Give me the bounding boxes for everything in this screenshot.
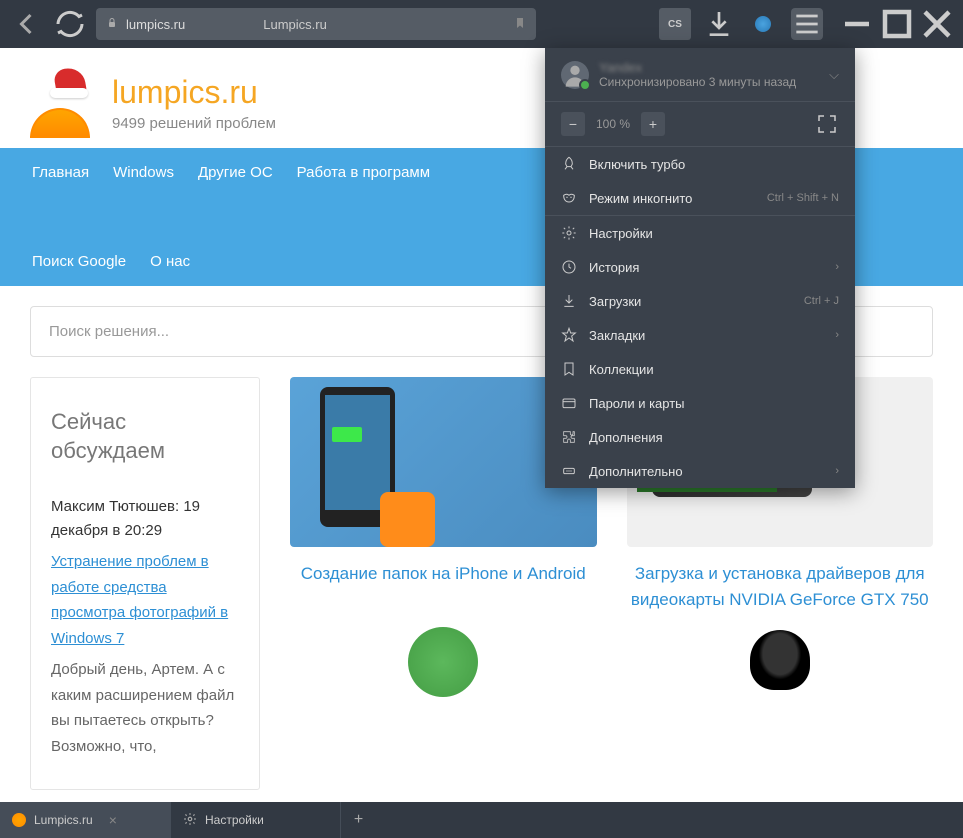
browser-menu: Yandex Синхронизировано 3 минуты назад ⌵… bbox=[545, 48, 855, 488]
lock-icon bbox=[106, 17, 118, 32]
avatar-icon bbox=[561, 61, 589, 89]
menu-item-gear[interactable]: Настройки bbox=[545, 216, 855, 250]
gear-icon bbox=[183, 812, 197, 829]
menu-item-puzzle[interactable]: Дополнения bbox=[545, 420, 855, 454]
menu-label: Режим инкогнито bbox=[589, 191, 755, 206]
menu-item-card[interactable]: Пароли и карты bbox=[545, 386, 855, 420]
article-image-2 bbox=[408, 627, 478, 697]
article-title[interactable]: Загрузка и установка драйверов для видео… bbox=[627, 561, 934, 612]
zoom-in-button[interactable]: + bbox=[641, 112, 665, 136]
address-title: Lumpics.ru bbox=[263, 17, 327, 32]
zoom-level: 100 % bbox=[595, 117, 631, 131]
tab-favicon-icon bbox=[12, 813, 26, 827]
sidebar-discussion: Сейчас обсуждаем Максим Тютюшев: 19 дека… bbox=[30, 377, 260, 790]
browser-toolbar: lumpics.ru Lumpics.ru CS bbox=[0, 0, 963, 48]
menu-profile[interactable]: Yandex Синхронизировано 3 минуты назад ⌵ bbox=[545, 48, 855, 101]
sidebar-title: Сейчас обсуждаем bbox=[51, 408, 239, 465]
chevron-down-icon: ⌵ bbox=[829, 67, 839, 83]
gear-icon bbox=[561, 225, 577, 241]
nav-programs[interactable]: Работа в программ bbox=[295, 148, 432, 197]
nav-other-os[interactable]: Другие ОС bbox=[196, 148, 275, 197]
tab-close-icon[interactable]: × bbox=[109, 812, 117, 828]
nav-google-search[interactable]: Поиск Google bbox=[30, 237, 128, 286]
menu-label: Пароли и карты bbox=[589, 396, 839, 411]
tab-label: Настройки bbox=[205, 813, 264, 827]
bookmark-ribbon-icon[interactable] bbox=[514, 16, 526, 33]
zoom-controls: − 100 % + bbox=[545, 102, 855, 146]
rocket-icon bbox=[561, 156, 577, 172]
menu-label: Настройки bbox=[589, 226, 839, 241]
chevron-right-icon: › bbox=[835, 465, 839, 477]
menu-label: Дополнительно bbox=[589, 464, 823, 479]
minimize-button[interactable] bbox=[839, 6, 875, 42]
mask-icon bbox=[561, 190, 577, 206]
nav-home[interactable]: Главная bbox=[30, 148, 91, 197]
chevron-right-icon: › bbox=[835, 261, 839, 273]
chevron-right-icon: › bbox=[835, 329, 839, 341]
address-url: lumpics.ru bbox=[126, 17, 185, 32]
menu-label: Дополнения bbox=[589, 430, 839, 445]
comment-author: Максим Тютюшев: 19 декабря в 20:29 bbox=[51, 495, 239, 543]
puzzle-icon bbox=[561, 429, 577, 445]
star-icon bbox=[561, 327, 577, 343]
menu-item-star[interactable]: Закладки › bbox=[545, 318, 855, 352]
article-image-2 bbox=[750, 630, 810, 690]
menu-shortcut: Ctrl + Shift + N bbox=[767, 192, 839, 204]
menu-label: Включить турбо bbox=[589, 157, 839, 172]
menu-item-bookmark[interactable]: Коллекции bbox=[545, 352, 855, 386]
more-icon bbox=[561, 463, 577, 479]
site-logo[interactable] bbox=[30, 68, 100, 138]
extension-icon[interactable] bbox=[747, 8, 779, 40]
menu-item-download[interactable]: Загрузки Ctrl + J bbox=[545, 284, 855, 318]
menu-label: Коллекции bbox=[589, 362, 839, 377]
comment-text: Добрый день, Артем. А с каким расширение… bbox=[51, 657, 239, 759]
nav-about[interactable]: О нас bbox=[148, 237, 192, 286]
menu-item-mask[interactable]: Режим инкогнито Ctrl + Shift + N bbox=[545, 181, 855, 215]
menu-item-clock[interactable]: История › bbox=[545, 250, 855, 284]
nav-windows[interactable]: Windows bbox=[111, 148, 176, 197]
fullscreen-button[interactable] bbox=[815, 112, 839, 136]
menu-shortcut: Ctrl + J bbox=[804, 295, 839, 307]
site-tagline: 9499 решений проблем bbox=[112, 115, 276, 132]
menu-item-more[interactable]: Дополнительно › bbox=[545, 454, 855, 488]
menu-item-rocket[interactable]: Включить турбо bbox=[545, 147, 855, 181]
tab-settings[interactable]: Настройки bbox=[170, 802, 340, 838]
tab-bar: Lumpics.ru × Настройки + bbox=[0, 802, 963, 838]
tab-lumpics[interactable]: Lumpics.ru × bbox=[0, 802, 170, 838]
sync-check-icon bbox=[579, 79, 591, 91]
bookmark-icon bbox=[561, 361, 577, 377]
sync-status: Синхронизировано 3 минуты назад bbox=[599, 75, 796, 89]
tab-label: Lumpics.ru bbox=[34, 813, 93, 827]
reload-button[interactable] bbox=[52, 6, 88, 42]
clock-icon bbox=[561, 259, 577, 275]
menu-button[interactable] bbox=[791, 8, 823, 40]
site-title: lumpics.ru bbox=[112, 74, 276, 111]
new-tab-button[interactable]: + bbox=[340, 802, 376, 838]
menu-label: Загрузки bbox=[589, 294, 792, 309]
maximize-button[interactable] bbox=[879, 6, 915, 42]
card-icon bbox=[561, 395, 577, 411]
back-button[interactable] bbox=[8, 6, 44, 42]
menu-label: Закладки bbox=[589, 328, 823, 343]
downloads-icon[interactable] bbox=[703, 8, 735, 40]
download-icon bbox=[561, 293, 577, 309]
address-bar[interactable]: lumpics.ru Lumpics.ru bbox=[96, 8, 536, 40]
profile-name: Yandex bbox=[599, 60, 796, 75]
lastfm-icon[interactable]: CS bbox=[659, 8, 691, 40]
menu-label: История bbox=[589, 260, 823, 275]
zoom-out-button[interactable]: − bbox=[561, 112, 585, 136]
close-button[interactable] bbox=[919, 6, 955, 42]
comment-link[interactable]: Устранение проблем в работе средства про… bbox=[51, 549, 239, 651]
article-title[interactable]: Создание папок на iPhone и Android bbox=[290, 561, 597, 587]
